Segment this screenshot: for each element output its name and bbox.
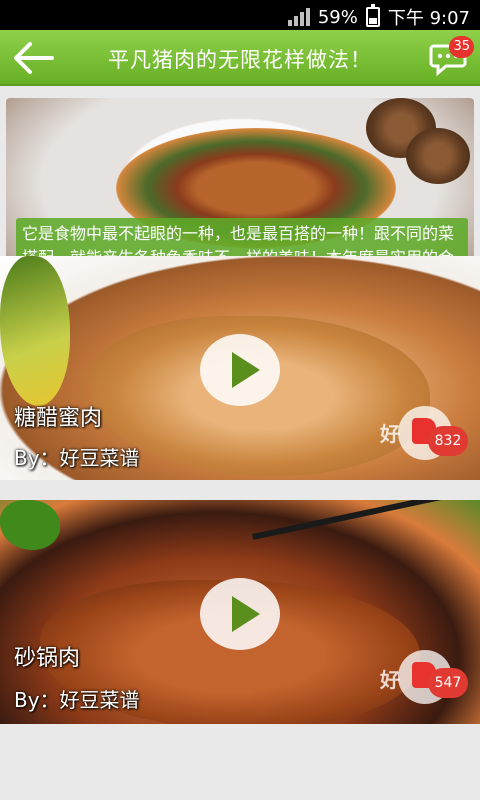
video-author: By：好豆菜谱 xyxy=(14,446,140,470)
notification-badge: 35 xyxy=(449,36,474,58)
arrow-left-icon xyxy=(14,42,54,74)
watermark: 好 xyxy=(380,668,400,692)
clock: 下午 9:07 xyxy=(387,8,470,29)
garnish-image xyxy=(0,256,70,406)
watermark: 好 xyxy=(380,422,400,446)
battery-percent: 59% xyxy=(317,6,358,28)
play-button[interactable] xyxy=(200,578,280,650)
pinecone-decor xyxy=(406,128,470,184)
video-author: By：好豆菜谱 xyxy=(14,688,140,712)
pepper-image xyxy=(0,500,60,550)
like-count: 547 xyxy=(428,668,468,698)
video-title: 糖醋蜜肉 xyxy=(14,406,103,431)
signal-icon xyxy=(287,8,310,26)
like-count: 832 xyxy=(428,426,468,456)
video-card[interactable]: 砂锅肉 By：好豆菜谱 好 547 xyxy=(0,500,480,724)
back-button[interactable] xyxy=(10,36,58,80)
video-card[interactable]: 糖醋蜜肉 By：好豆菜谱 好 832 xyxy=(0,256,480,480)
play-button[interactable] xyxy=(200,334,280,406)
app-bar: 平凡猪肉的无限花样做法！ 35 xyxy=(0,30,480,86)
status-icons: 59% 下午 9:07 xyxy=(287,4,470,30)
chopsticks-image xyxy=(252,500,480,540)
status-bar: 59% 下午 9:07 xyxy=(0,0,480,30)
video-title: 砂锅肉 xyxy=(14,646,81,671)
page-title: 平凡猪肉的无限花样做法！ xyxy=(108,48,372,72)
battery-icon xyxy=(365,4,380,27)
